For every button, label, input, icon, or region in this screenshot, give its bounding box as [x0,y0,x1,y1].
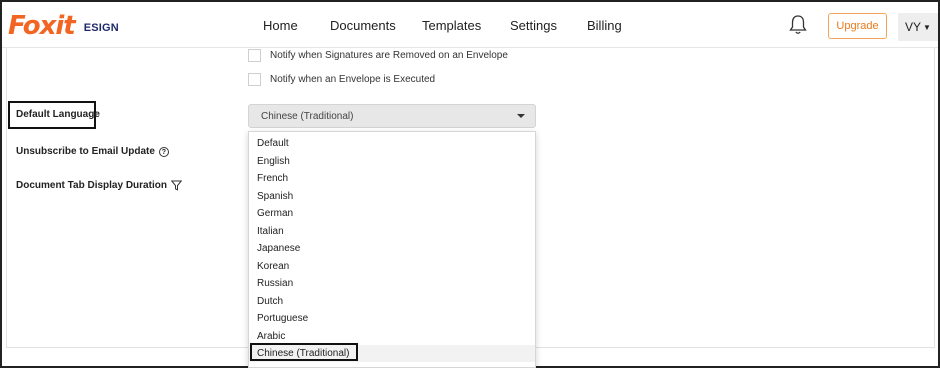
language-option[interactable]: Japanese [249,240,535,257]
help-icon[interactable]: ? [158,146,169,157]
language-option[interactable]: English [249,153,535,170]
language-option[interactable]: Portuguese [249,310,535,327]
language-option[interactable]: Italian [249,223,535,240]
language-option[interactable]: Korean [249,258,535,275]
bell-icon[interactable] [788,14,808,36]
logo-wordmark: Foxit [8,11,76,41]
caret-down-icon [517,114,525,118]
user-menu-button[interactable]: VY ▼ [898,13,938,41]
notify-removed-label: Notify when Signatures are Removed on an… [270,50,508,61]
user-initials: VY [905,20,922,34]
logo-product-name: ESIGN [83,22,119,34]
selected-option-highlight [250,343,358,361]
upgrade-button[interactable]: Upgrade [828,13,887,39]
nav-settings[interactable]: Settings [510,18,557,33]
notify-removed-row: Notify when Signatures are Removed on an… [248,49,508,62]
default-language-select[interactable]: Chinese (Traditional) [248,104,536,128]
language-option[interactable]: Russian [249,275,535,292]
notify-removed-checkbox[interactable] [248,49,261,62]
default-language-value: Chinese (Traditional) [261,110,354,122]
language-option[interactable]: French [249,170,535,187]
notify-executed-label: Notify when an Envelope is Executed [270,74,436,85]
filter-icon[interactable] [170,180,182,191]
doc-tab-duration-label: Document Tab Display Duration [16,180,182,191]
nav-billing[interactable]: Billing [587,18,622,33]
language-option[interactable]: Default [249,135,535,152]
language-dropdown-list: Default English French Spanish German It… [248,131,536,368]
nav-home[interactable]: Home [263,18,298,33]
notify-executed-checkbox[interactable] [248,73,261,86]
notify-executed-row: Notify when an Envelope is Executed [248,73,435,86]
language-option[interactable]: German [249,205,535,222]
nav-documents[interactable]: Documents [330,18,396,33]
unsubscribe-label: Unsubscribe to Email Update ? [16,146,169,157]
unsubscribe-label-text: Unsubscribe to Email Update [16,146,155,157]
language-option[interactable]: Dutch [249,293,535,310]
language-option[interactable]: Arabic [249,328,535,345]
chevron-down-icon: ▼ [923,22,931,32]
language-option[interactable]: Spanish [249,188,535,205]
doc-tab-duration-label-text: Document Tab Display Duration [16,180,167,191]
nav-templates[interactable]: Templates [422,18,481,33]
default-language-label: Default Language [16,109,100,120]
foxit-esign-logo[interactable]: Foxit ESIGN [8,12,119,40]
top-navigation-bar: Foxit ESIGN Home Documents Templates Set… [2,2,938,48]
